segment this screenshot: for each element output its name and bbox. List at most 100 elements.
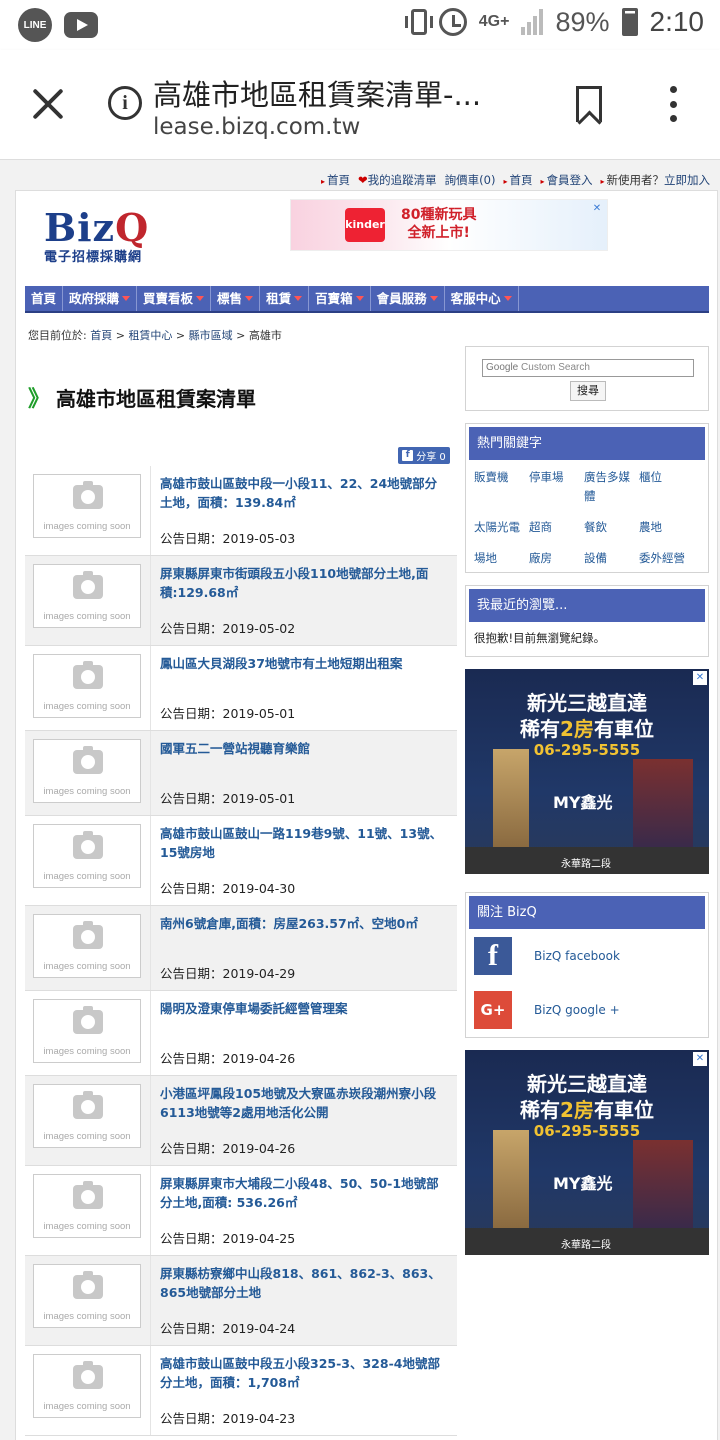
- sidebar-ad-1[interactable]: 新光三越直達 稀有2房有車位 06-295-5555 MY鑫光 永華路二段 ✕: [465, 669, 709, 874]
- follow-box: 關注 BizQ f BizQ facebook G+ BizQ google +: [465, 892, 709, 1038]
- top-link-tracking[interactable]: ❤我的追蹤清單: [358, 172, 437, 188]
- hot-keyword-link[interactable]: 販賣機: [474, 468, 529, 506]
- listing-title-link[interactable]: 屏東縣枋寮鄉中山段818、861、862-3、863、865地號部分土地: [160, 1264, 448, 1302]
- listing-row[interactable]: images coming soon 南州6號倉庫,面積：房屋263.57㎡、空地…: [25, 906, 457, 991]
- nav-auction[interactable]: 標售: [211, 286, 261, 311]
- site-info-icon[interactable]: i: [108, 86, 142, 120]
- listing-thumbnail[interactable]: images coming soon: [33, 999, 141, 1063]
- listing-thumbnail[interactable]: images coming soon: [33, 914, 141, 978]
- listing-row[interactable]: images coming soon 陽明及澄東停車場委託經營管理案 公告日期：20…: [25, 991, 457, 1076]
- url-text[interactable]: lease.bizq.com.tw: [153, 114, 360, 140]
- breadcrumb-lease-center[interactable]: 租賃中心: [128, 329, 172, 342]
- top-ad-banner[interactable]: kinder 80種新玩具 全新上市! ✕: [290, 199, 608, 251]
- close-icon[interactable]: [30, 86, 66, 122]
- listing-row[interactable]: images coming soon 高雄市鼓山區鼓中段一小段11、22、24地號…: [25, 466, 457, 556]
- double-chevron-icon: 》: [28, 387, 51, 412]
- bookmark-icon[interactable]: [576, 86, 602, 122]
- listing-thumbnail[interactable]: images coming soon: [33, 654, 141, 718]
- signup-link[interactable]: 立即加入: [664, 173, 710, 187]
- hot-keyword-link[interactable]: 設備: [584, 549, 639, 568]
- listing-row[interactable]: images coming soon 鳳山區大貝湖段37地號市有土地短期出租案 公告…: [25, 646, 457, 731]
- listing-row[interactable]: images coming soon 國軍五二一營站視聽育樂館 公告日期：2019-…: [25, 731, 457, 816]
- listing-title-link[interactable]: 高雄市鼓山區鼓中段一小段11、22、24地號部分土地，面積：139.84㎡: [160, 474, 448, 512]
- facebook-share-button[interactable]: f 分享 0: [398, 447, 450, 464]
- hot-keyword-link[interactable]: 太陽光電: [474, 518, 529, 537]
- facebook-link[interactable]: BizQ facebook: [534, 949, 620, 963]
- camera-icon: [73, 1006, 103, 1034]
- breadcrumb-home[interactable]: 首頁: [90, 329, 112, 342]
- nav-toolbox[interactable]: 百寶箱: [309, 286, 371, 311]
- camera-icon: [73, 746, 103, 774]
- ad-close-icon[interactable]: ✕: [590, 202, 604, 216]
- hot-keyword-link[interactable]: 餐飲: [584, 518, 639, 537]
- hot-keyword-link[interactable]: 廣告多媒體: [584, 468, 639, 506]
- listing-title-link[interactable]: 屏東縣屏東市街頭段五小段110地號部分土地,面積:129.68㎡: [160, 564, 448, 602]
- listing-thumbnail[interactable]: images coming soon: [33, 1264, 141, 1328]
- listing-thumbnail[interactable]: images coming soon: [33, 739, 141, 803]
- listing-title-link[interactable]: 屏東縣屏東市大埔段二小段48、50、50-1地號部分土地,面積: 536.26㎡: [160, 1174, 448, 1212]
- listing-title-link[interactable]: 南州6號倉庫,面積：房屋263.57㎡、空地0㎡: [160, 914, 448, 933]
- listing-title-link[interactable]: 高雄市鼓山區鼓中段五小段325-3、328-4地號部分土地，面積：1,708㎡: [160, 1354, 448, 1392]
- hot-keyword-link[interactable]: 場地: [474, 549, 529, 568]
- listing-thumbnail[interactable]: images coming soon: [33, 1354, 141, 1418]
- search-box: Google Custom Search 搜尋: [465, 346, 709, 411]
- camera-icon: [73, 1361, 103, 1389]
- ad-close-icon[interactable]: ✕: [693, 671, 707, 685]
- overflow-menu-icon[interactable]: [668, 86, 678, 122]
- search-input[interactable]: Google Custom Search: [482, 359, 694, 377]
- follow-google[interactable]: G+ BizQ google +: [466, 983, 708, 1037]
- nav-gov-procurement[interactable]: 政府採購: [63, 286, 138, 311]
- listing-info: 屏東縣屏東市街頭段五小段110地號部分土地,面積:129.68㎡ 公告日期：201…: [151, 556, 457, 645]
- hot-keyword-link[interactable]: 超商: [529, 518, 584, 537]
- listing-row[interactable]: images coming soon 高雄市鼓山區鼓中段五小段325-3、328-…: [25, 1346, 457, 1436]
- signal-icon: [521, 9, 544, 35]
- nav-customer-service[interactable]: 客服中心: [445, 286, 519, 311]
- nav-home[interactable]: 首頁: [25, 286, 64, 311]
- sidebar-ad-2[interactable]: 新光三越直達 稀有2房有車位 06-295-5555 MY鑫光 永華路二段 ✕: [465, 1050, 709, 1255]
- listing-row[interactable]: images coming soon 高雄市鼓山區鼓山一路119巷9號、11號、1…: [25, 816, 457, 906]
- google-plus-icon: G+: [474, 991, 512, 1029]
- listing-title-link[interactable]: 陽明及澄東停車場委託經營管理案: [160, 999, 448, 1018]
- google-plus-link[interactable]: BizQ google +: [534, 1003, 620, 1017]
- ad-subline: 稀有2房有車位: [520, 1098, 654, 1122]
- hot-keyword-link[interactable]: 櫃位: [639, 468, 694, 506]
- listing-thumbnail[interactable]: images coming soon: [33, 1174, 141, 1238]
- hot-keyword-link[interactable]: 委外經營: [639, 549, 694, 568]
- ad-road-label: 永華路二段: [561, 859, 611, 870]
- listing-row[interactable]: images coming soon 屏東縣屏東市大埔段二小段48、50、50-1…: [25, 1166, 457, 1256]
- listing-title-link[interactable]: 小港區坪鳳段105地號及大寮區赤崁段潮州寮小段6113地號等2處用地活化公開: [160, 1084, 448, 1122]
- ad-brand-logo: MY鑫光: [553, 793, 613, 812]
- listing-thumbnail[interactable]: images coming soon: [33, 564, 141, 628]
- listing-thumbnail[interactable]: images coming soon: [33, 474, 141, 538]
- vibrate-icon: [404, 9, 433, 35]
- listing-row[interactable]: images coming soon 小港區坪鳳段105地號及大寮區赤崁段潮州寮小…: [25, 1076, 457, 1166]
- listing-thumbnail[interactable]: images coming soon: [33, 1084, 141, 1148]
- ad-headline: 新光三越直達: [527, 1072, 647, 1096]
- search-button[interactable]: 搜尋: [570, 381, 606, 401]
- nav-lease[interactable]: 租賃: [260, 286, 310, 311]
- nav-trade-board[interactable]: 買賣看板: [137, 286, 212, 311]
- ad-subline: 稀有2房有車位: [520, 717, 654, 741]
- caret-down-icon: [294, 296, 303, 301]
- follow-facebook[interactable]: f BizQ facebook: [466, 929, 708, 983]
- battery-percent: 89%: [555, 6, 610, 37]
- listing-row[interactable]: images coming soon 屏東縣枋寮鄉中山段818、861、862-3…: [25, 1256, 457, 1346]
- ad-close-icon[interactable]: ✕: [693, 1052, 707, 1066]
- listing-row[interactable]: images coming soon 屏東縣屏東市街頭段五小段110地號部分土地,…: [25, 556, 457, 646]
- recent-views-empty: 很抱歉!目前無瀏覽紀錄。: [474, 631, 606, 645]
- top-link-home[interactable]: ▸ 首頁: [321, 172, 350, 188]
- top-link-home-2[interactable]: ▸ 首頁: [503, 172, 532, 188]
- hot-keyword-link[interactable]: 停車場: [529, 468, 584, 506]
- listing-title-link[interactable]: 高雄市鼓山區鼓山一路119巷9號、11號、13號、15號房地: [160, 824, 448, 862]
- nav-member-services[interactable]: 會員服務: [371, 286, 445, 311]
- listing-title-link[interactable]: 鳳山區大貝湖段37地號市有土地短期出租案: [160, 654, 448, 673]
- bizq-logo[interactable]: BizQ 電子招標採購網: [44, 205, 174, 265]
- breadcrumb-region[interactable]: 縣市區域: [189, 329, 233, 342]
- top-link-login[interactable]: ▸ 會員登入: [540, 172, 592, 188]
- hot-keyword-link[interactable]: 農地: [639, 518, 694, 537]
- listing-title-link[interactable]: 國軍五二一營站視聽育樂館: [160, 739, 448, 758]
- placeholder-text: images coming soon: [43, 786, 131, 797]
- hot-keyword-link[interactable]: 廠房: [529, 549, 584, 568]
- listing-thumbnail[interactable]: images coming soon: [33, 824, 141, 888]
- top-link-cart[interactable]: 詢價車(0): [445, 172, 496, 188]
